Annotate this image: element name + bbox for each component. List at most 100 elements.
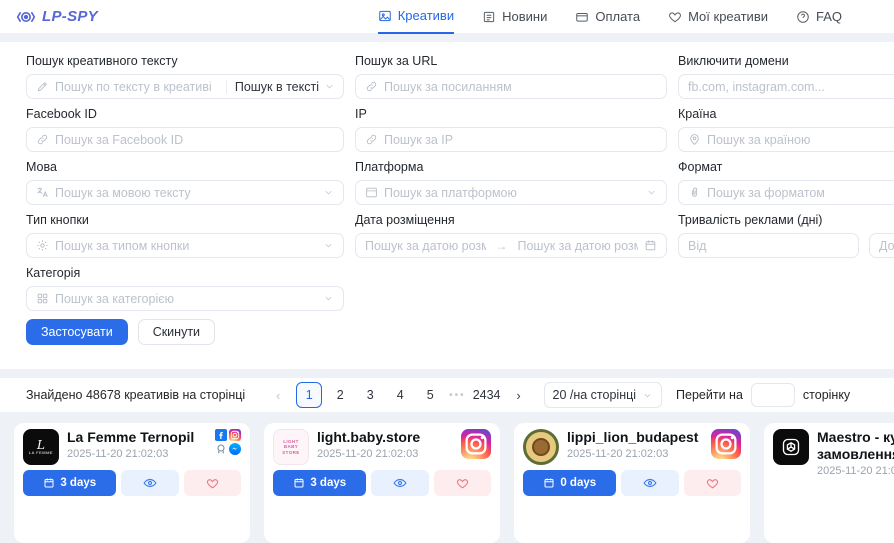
field-url: Пошук за URL <box>355 54 667 99</box>
select-placeholder: Пошук за форматом <box>707 186 894 200</box>
audience-network-icon <box>215 443 227 455</box>
field-facebook-id: Facebook ID <box>26 107 344 152</box>
duration-to-input[interactable] <box>879 239 894 253</box>
url-input[interactable] <box>384 80 657 94</box>
page-button-2[interactable]: 2 <box>328 383 352 407</box>
page-size-select[interactable]: 20 /на сторінці <box>544 382 663 408</box>
favorite-button[interactable] <box>184 470 241 496</box>
prev-page-button[interactable]: ‹ <box>266 383 290 407</box>
date-to-input[interactable] <box>518 239 639 253</box>
select-placeholder: Пошук за типом кнопки <box>55 239 317 253</box>
map-pin-icon <box>688 133 701 146</box>
link-icon <box>36 133 49 146</box>
creative-date: 2025-11-20 21:02:03 <box>67 448 207 460</box>
language-select[interactable]: Пошук за мовою тексту <box>26 180 344 205</box>
avatar: LIGHTBABYSTORE <box>273 429 309 465</box>
field-label: IP <box>355 107 667 122</box>
format-select[interactable]: Пошук за форматом <box>678 180 894 205</box>
pencil-icon <box>36 80 49 93</box>
days-label: 3 days <box>310 477 346 489</box>
field-label: Тип кнопки <box>26 213 344 228</box>
creative-text-input[interactable] <box>55 80 211 94</box>
creative-card[interactable]: LLA FEMME La Femme Ternopil 2025-11-20 2… <box>14 423 250 543</box>
creative-date: 2025-11-20 21:02:03 <box>817 465 894 477</box>
chevron-down-icon <box>323 293 334 304</box>
duration-from-input[interactable] <box>688 239 849 253</box>
search-mode-select[interactable]: Пошук в тексті <box>226 80 343 94</box>
category-select[interactable]: Пошук за категорією <box>26 286 344 311</box>
chevron-down-icon <box>324 81 335 92</box>
calendar-icon <box>644 239 657 252</box>
nav-my-creatives[interactable]: Мої креативи <box>668 0 768 34</box>
days-active-button[interactable]: 3 days <box>273 470 366 496</box>
goto-label: Перейти на <box>676 388 743 402</box>
nav-label: Новини <box>502 9 547 24</box>
exclude-domains-control <box>678 74 894 99</box>
chevron-down-icon <box>646 187 657 198</box>
days-active-button[interactable]: 0 days <box>523 470 616 496</box>
creative-date: 2025-11-20 21:02:03 <box>317 448 453 460</box>
nav-label: FAQ <box>816 9 842 24</box>
reset-button[interactable]: Скинути <box>138 319 215 345</box>
goto-page-input[interactable] <box>751 383 795 407</box>
ip-input[interactable] <box>384 133 657 147</box>
country-input[interactable] <box>707 133 894 147</box>
page-button-5[interactable]: 5 <box>418 383 442 407</box>
view-button[interactable] <box>121 470 178 496</box>
field-label: Пошук за URL <box>355 54 667 69</box>
view-button[interactable] <box>621 470 678 496</box>
platform-select[interactable]: Пошук за платформою <box>355 180 667 205</box>
avatar <box>523 429 559 465</box>
field-label: Facebook ID <box>26 107 344 122</box>
creative-card[interactable]: LIGHTBABYSTORE light.baby.store 2025-11-… <box>264 423 500 543</box>
facebook-id-input[interactable] <box>55 133 334 147</box>
field-label: Категорія <box>26 266 344 281</box>
field-format: Формат Пошук за форматом <box>678 160 894 205</box>
logo[interactable]: LP-SPY <box>16 7 98 27</box>
page-button-1[interactable]: 1 <box>296 382 322 408</box>
favorite-button[interactable] <box>434 470 491 496</box>
chevron-down-icon <box>323 240 334 251</box>
instagram-icon <box>711 429 741 459</box>
creative-text-group: Пошук в тексті <box>26 74 344 99</box>
field-label: Тривалість реклами (дні) <box>678 213 894 228</box>
nav-payment[interactable]: Оплата <box>575 0 640 34</box>
creative-title: light.baby.store <box>317 429 453 446</box>
field-label: Виключити домени <box>678 54 894 69</box>
results-summary: Знайдено 48678 креативів на сторінці <box>26 388 245 402</box>
page-button-4[interactable]: 4 <box>388 383 412 407</box>
creatives-grid: LLA FEMME La Femme Ternopil 2025-11-20 2… <box>0 423 894 543</box>
apply-button[interactable]: Застосувати <box>26 319 128 345</box>
page-size-value: 20 /на сторінці <box>553 388 637 402</box>
select-placeholder: Пошук за категорією <box>55 292 317 306</box>
goto-page: Перейти на сторінку <box>676 383 850 407</box>
calendar-icon <box>543 477 555 489</box>
date-from-input[interactable] <box>365 239 486 253</box>
nav-creatives[interactable]: Креативи <box>378 0 454 34</box>
nav-news[interactable]: Новини <box>482 0 547 34</box>
exclude-domains-input[interactable] <box>688 80 894 94</box>
url-control <box>355 74 667 99</box>
field-label: Платформа <box>355 160 667 175</box>
creative-card[interactable]: Maestro - кухні, меблі на замовлення в У… <box>764 423 894 543</box>
date-range-picker[interactable]: → <box>355 233 667 258</box>
button-type-select[interactable]: Пошук за типом кнопки <box>26 233 344 258</box>
page-button-3[interactable]: 3 <box>358 383 382 407</box>
page-button-last[interactable]: 2434 <box>473 383 501 407</box>
messenger-icon <box>229 443 241 455</box>
favorite-button[interactable] <box>684 470 741 496</box>
pagination-ellipsis[interactable]: ••• <box>449 390 466 401</box>
search-mode-value: Пошук в тексті <box>235 80 319 94</box>
view-button[interactable] <box>371 470 428 496</box>
next-page-button[interactable]: › <box>507 383 531 407</box>
duration-to-control <box>869 233 894 258</box>
creative-card[interactable]: lippi_lion_budapest 2025-11-20 21:02:03 … <box>514 423 750 543</box>
heart-icon <box>206 477 219 490</box>
days-active-button[interactable]: 3 days <box>23 470 116 496</box>
eye-icon <box>393 476 407 490</box>
nav-label: Креативи <box>398 8 454 23</box>
facebook-id-control <box>26 127 344 152</box>
select-placeholder: Пошук за платформою <box>384 186 640 200</box>
nav-faq[interactable]: FAQ <box>796 0 842 34</box>
facebook-icon <box>215 429 227 441</box>
